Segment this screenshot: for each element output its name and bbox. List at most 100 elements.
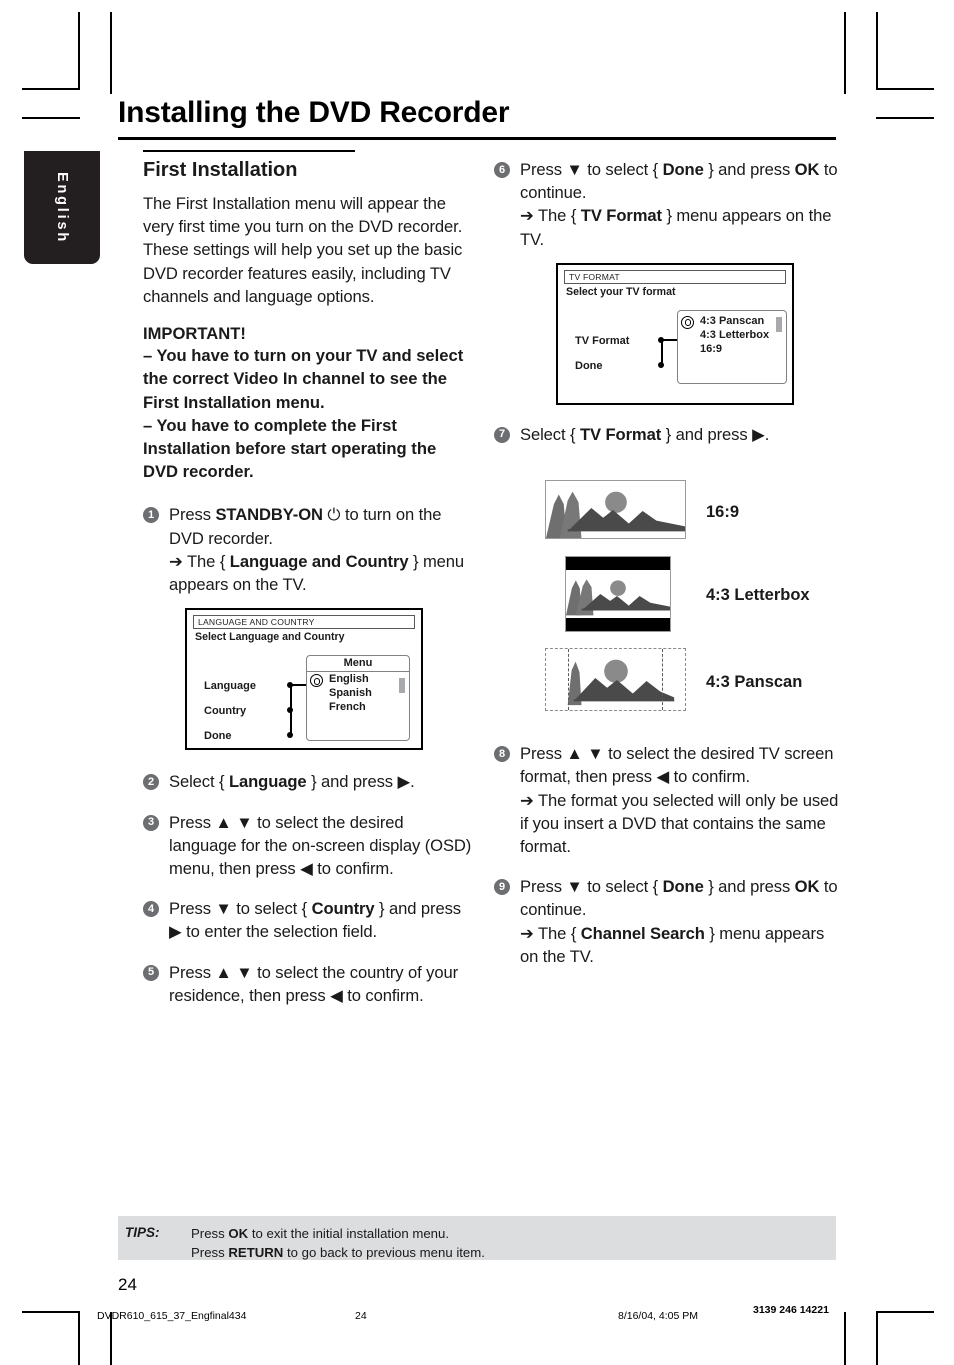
format-label-16-9: 16:9 xyxy=(706,503,740,522)
osd-item-french[interactable]: French xyxy=(307,700,409,714)
tips-line-1-pre: Press xyxy=(191,1226,229,1241)
step-8-text: Press ▲ ▼ to select the desired TV scree… xyxy=(520,742,839,858)
step-1-bold: STANDBY-ON xyxy=(215,505,323,525)
crop-mark-bottom-left-h xyxy=(22,1311,80,1313)
crop-mark-bottom-right-v2 xyxy=(844,1312,846,1365)
step-9-pre: Press ▼ to select { xyxy=(520,877,663,897)
osd-titlebar-language: LANGUAGE AND COUNTRY xyxy=(193,615,415,630)
tips-label: TIPS: xyxy=(125,1225,160,1240)
step-3: 3 Press ▲ ▼ to select the desired langua… xyxy=(143,811,473,881)
tips-line-1: Press OK to exit the initial installatio… xyxy=(191,1224,485,1243)
osd-item-panscan[interactable]: 4:3 Panscan xyxy=(678,311,786,329)
printer-footer-timestamp: 8/16/04, 4:05 PM xyxy=(618,1310,698,1322)
step-5-text: Press ▲ ▼ to select the country of your … xyxy=(169,962,459,1005)
osd-language-country: LANGUAGE AND COUNTRY Select Language and… xyxy=(185,608,423,751)
tv-screen-4-3-letterbox xyxy=(565,556,671,633)
osd-item-english-label: English xyxy=(329,673,369,686)
step-number-3: 3 xyxy=(143,814,159,831)
osd-subtitle-language: Select Language and Country xyxy=(195,631,345,644)
step-2-post: } and press ▶. xyxy=(306,772,415,792)
step-4: 4 Press ▼ to select { Country } and pres… xyxy=(143,897,473,943)
step-number-8: 8 xyxy=(494,746,510,763)
step-6-mid: } and press xyxy=(703,160,795,179)
section-title: First Installation xyxy=(143,159,298,181)
crop-mark-bottom-left-v xyxy=(78,1312,80,1365)
step-1-result: ➔ The { Language and Country } menu appe… xyxy=(169,550,473,596)
osd-item-169-label: 16:9 xyxy=(700,342,723,355)
step-7-post: } and press ▶. xyxy=(661,424,770,444)
step-1-result-bold: Language and Country xyxy=(229,551,409,571)
crop-mark-top-right-v2 xyxy=(844,12,846,94)
step-number-6: 6 xyxy=(494,162,510,178)
osd-item-spanish[interactable]: Spanish xyxy=(307,686,409,700)
osd-item-169[interactable]: 16:9 xyxy=(678,342,786,356)
step-9-mid: } and press xyxy=(703,877,795,897)
osd-titlebar-tvformat: TV FORMAT xyxy=(564,269,786,284)
step-8-pre: Press ▲ ▼ to select the desired TV scree… xyxy=(520,744,834,787)
step-number-5: 5 xyxy=(143,964,159,981)
crop-mark-top-right-h2 xyxy=(876,117,934,119)
step-number-7: 7 xyxy=(494,426,510,443)
page-title: Installing the DVD Recorder xyxy=(118,96,510,129)
crop-mark-top-left-v xyxy=(78,12,80,90)
osd-item-spanish-label: Spanish xyxy=(329,687,372,700)
tv-screen-4-3-panscan xyxy=(545,648,686,712)
step-9-bold: Done xyxy=(662,877,704,897)
language-tab: English xyxy=(24,151,100,264)
tips-line-2-bold: RETURN xyxy=(228,1245,284,1261)
osd-panel-tvformat: 4:3 Panscan 4:3 Letterbox 16:9 xyxy=(677,309,787,384)
step-4-text: Press ▼ to select { Country } and press … xyxy=(169,897,473,943)
step-5: 5 Press ▲ ▼ to select the country of you… xyxy=(143,961,473,1007)
tips-bar: TIPS: Press OK to exit the initial insta… xyxy=(118,1216,836,1260)
landscape-scene-icon xyxy=(546,491,685,539)
letterbox-bar-top xyxy=(566,557,670,571)
step-number-2: 2 xyxy=(143,774,159,791)
important-item-1: – You have to turn on your TV and select… xyxy=(143,346,464,412)
osd-label-done: Done xyxy=(204,730,232,743)
crop-mark-top-right-v xyxy=(876,12,878,90)
step-number-1: 1 xyxy=(143,507,159,524)
tips-line-2-post: to go back to previous menu item. xyxy=(283,1245,485,1261)
step-6-text: Press ▼ to select { Done } and press OK … xyxy=(520,158,839,251)
step-6-result: ➔ The { TV Format } menu appears on the … xyxy=(520,204,839,250)
format-illustration-panscan: 4:3 Panscan xyxy=(494,648,839,720)
manual-page: English Installing the DVD Recorder Firs… xyxy=(0,0,954,1365)
intro-paragraph: The First Installation menu will appear … xyxy=(143,194,463,306)
crop-mark-bottom-right-h xyxy=(876,1311,934,1313)
step-6-result-pre: ➔ The { xyxy=(520,206,581,226)
panscan-crop-right xyxy=(662,649,663,711)
osd-item-letterbox[interactable]: 4:3 Letterbox xyxy=(678,328,786,342)
tips-line-1-post: to exit the initial installation menu. xyxy=(248,1226,450,1241)
step-2-text: Select { Language } and press ▶. xyxy=(169,770,473,793)
osd-tv-format: TV FORMAT Select your TV format TV Forma… xyxy=(556,262,794,405)
crop-mark-top-left-h2 xyxy=(22,117,80,119)
format-illustration-letterbox: 4:3 Letterbox xyxy=(494,556,839,640)
page-number: 24 xyxy=(118,1275,137,1294)
step-number-4: 4 xyxy=(143,901,159,918)
osd-item-french-label: French xyxy=(329,701,366,714)
osd-label-language: Language xyxy=(204,680,256,693)
osd-item-english[interactable]: English xyxy=(307,672,409,688)
important-item-2: – You have to complete the First Install… xyxy=(143,415,437,482)
step-6-pre: Press ▼ to select { xyxy=(520,160,663,179)
osd-panel-language: Menu English Spanish French xyxy=(306,655,410,742)
step-3-text: Press ▲ ▼ to select the desired language… xyxy=(169,812,472,878)
step-number-9: 9 xyxy=(494,879,510,896)
step-8: 8 Press ▲ ▼ to select the desired TV scr… xyxy=(494,742,839,858)
printer-footer-doccode: 3139 246 14221 xyxy=(753,1304,829,1316)
tv-screen-16-9 xyxy=(545,480,686,540)
osd-label-tvformat-done: Done xyxy=(575,359,603,372)
section-divider xyxy=(143,150,355,152)
tips-line-1-bold: OK xyxy=(228,1226,249,1241)
printer-footer-page: 24 xyxy=(355,1310,367,1322)
step-2-bold: Language xyxy=(228,772,307,792)
step-1-result-pre: ➔ The { xyxy=(169,551,230,571)
step-6-result-bold: TV Format xyxy=(580,206,662,226)
landscape-scene-icon xyxy=(567,659,675,706)
crop-mark-bottom-right-v xyxy=(876,1312,878,1365)
format-illustration-widescreen: 16:9 xyxy=(494,480,839,548)
crop-mark-top-left-v2 xyxy=(110,12,112,94)
step-9-bold2: OK xyxy=(794,877,820,897)
step-1: 1 Press STANDBY-ON ⏻ to turn on the DVD … xyxy=(143,503,473,596)
step-6: 6 Press ▼ to select { Done } and press O… xyxy=(494,158,839,251)
